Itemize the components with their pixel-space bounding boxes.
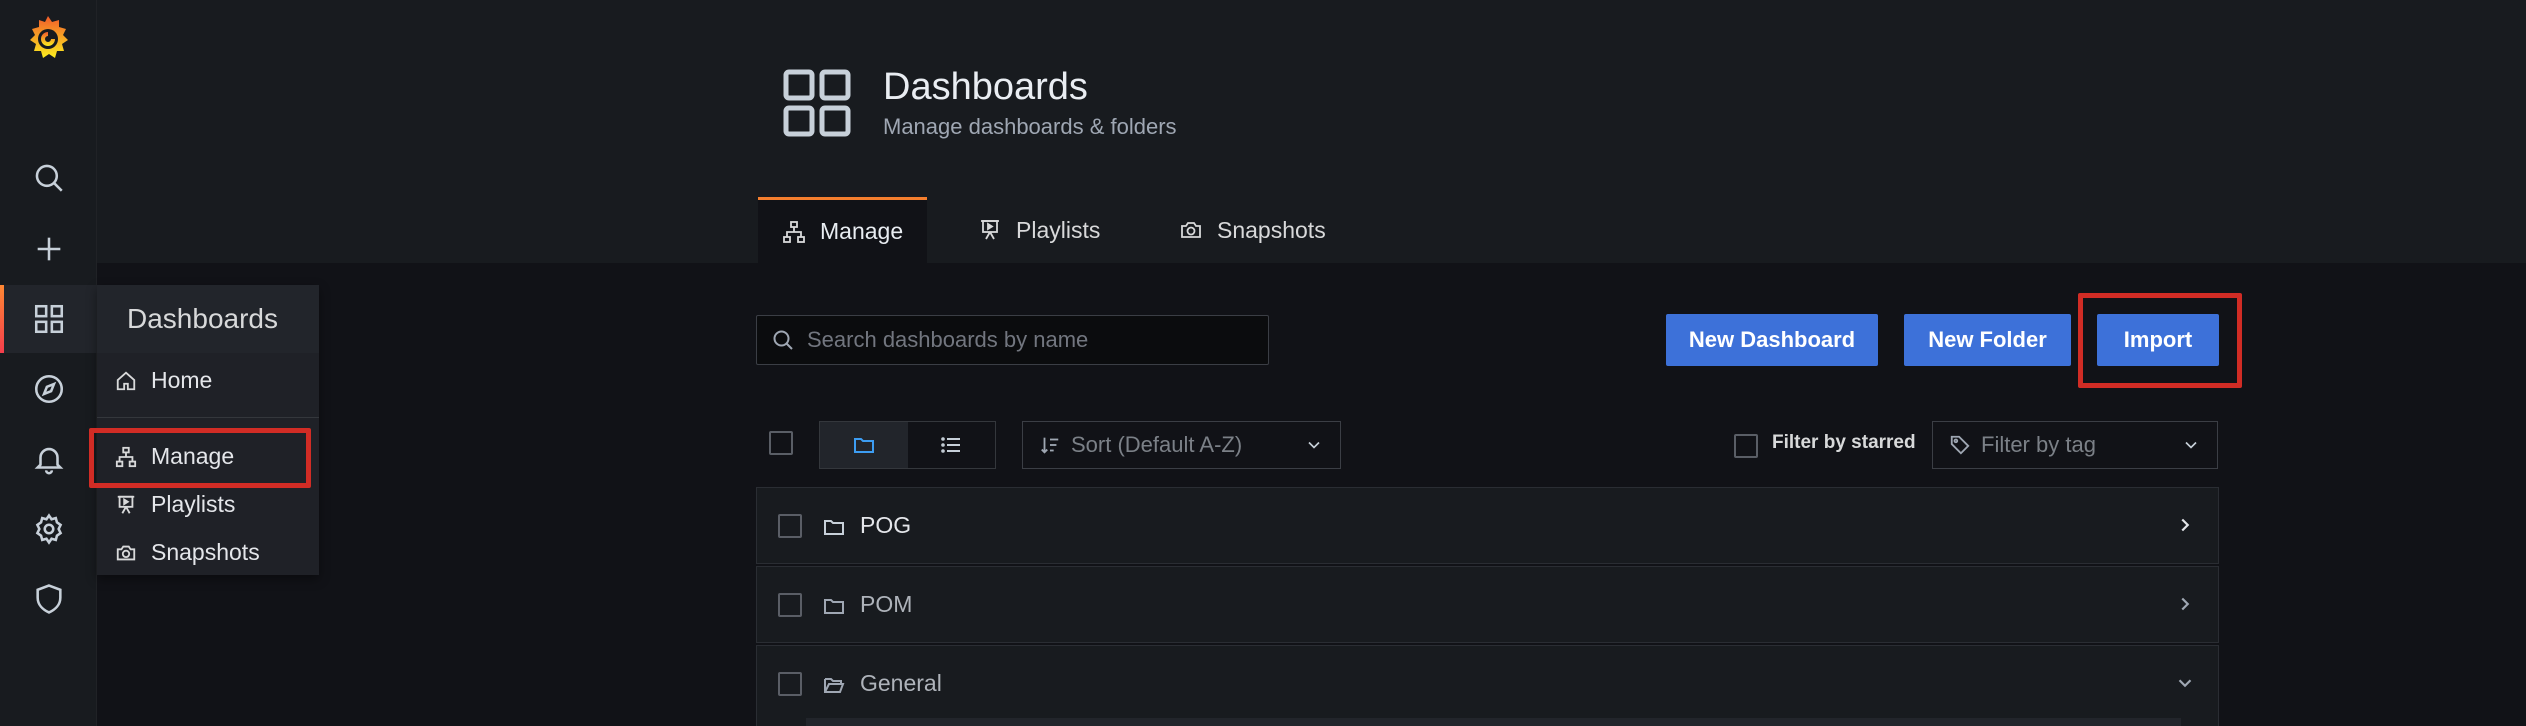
tag-filter-placeholder: Filter by tag (1981, 432, 2096, 457)
tab-manage-label: Manage (820, 218, 904, 244)
sitemap-icon (783, 220, 805, 243)
folder-icon (853, 438, 874, 453)
highlight-manage (89, 428, 311, 488)
page-subtitle: Manage dashboards & folders (883, 114, 1177, 139)
filter-starred-checkbox[interactable] (1734, 434, 1758, 458)
tab-playlists[interactable]: Playlists (954, 197, 1124, 263)
search-icon (773, 330, 793, 350)
flyout-divider (97, 417, 319, 418)
folder-icon (824, 599, 844, 614)
chevron-down-icon[interactable] (2174, 672, 2196, 694)
chevron-down-icon (2185, 441, 2197, 449)
row-checkbox[interactable] (778, 593, 802, 617)
view-toggle (819, 421, 996, 469)
presentation-icon (981, 220, 999, 240)
tab-manage[interactable]: Manage (758, 197, 928, 263)
general-dashboard-row[interactable] (806, 718, 2181, 726)
folder-row-general[interactable]: General (756, 645, 2219, 726)
flyout-title[interactable]: Dashboards (97, 285, 319, 353)
list-icon (941, 437, 961, 453)
highlight-import (2078, 293, 2242, 388)
tab-snapshots[interactable]: Snapshots (1155, 197, 1350, 263)
search-input[interactable] (807, 327, 1247, 353)
flyout-item-playlists[interactable]: Playlists (115, 491, 235, 518)
folder-icon (824, 520, 844, 535)
tab-playlists-label: Playlists (1016, 216, 1101, 243)
tab-snapshots-label: Snapshots (1217, 216, 1326, 243)
folder-view-button[interactable] (820, 422, 908, 468)
filter-starred-label[interactable]: Filter by starred (1772, 432, 1916, 454)
tag-filter-select[interactable]: Filter by tag (1932, 421, 2218, 469)
sort-icon (1041, 437, 1059, 454)
new-folder-button[interactable]: New Folder (1904, 314, 2071, 366)
dashboards-icon[interactable] (0, 285, 97, 353)
chevron-right-icon[interactable] (2174, 593, 2196, 615)
grafana-logo[interactable] (22, 12, 74, 64)
row-checkbox[interactable] (778, 514, 802, 538)
search-box[interactable] (756, 315, 1269, 365)
dashboards-page-icon (783, 69, 851, 137)
flyout-item-label: Playlists (151, 491, 236, 517)
chevron-right-icon[interactable] (2174, 514, 2196, 536)
folder-row-pom[interactable]: POM (756, 566, 2219, 643)
folder-row-pog[interactable]: POG (756, 487, 2219, 564)
alerting-bell-icon[interactable] (0, 425, 97, 493)
flyout-item-snapshots[interactable]: Snapshots (115, 539, 260, 566)
tag-icon (1950, 435, 1970, 455)
chevron-down-icon (1308, 441, 1320, 449)
camera-icon (1181, 222, 1201, 238)
plus-icon[interactable] (0, 215, 97, 283)
row-checkbox[interactable] (778, 672, 802, 696)
page-title: Dashboards (883, 66, 1088, 108)
sort-placeholder: Sort (Default A-Z) (1071, 432, 1243, 457)
home-icon (116, 371, 136, 390)
list-view-button[interactable] (908, 422, 996, 468)
flyout-item-home[interactable]: Home (115, 367, 212, 394)
presentation-icon (117, 495, 135, 514)
flyout-item-label: Snapshots (151, 539, 260, 565)
camera-icon (116, 545, 136, 560)
new-dashboard-button[interactable]: New Dashboard (1666, 314, 1878, 366)
flyout-item-label: Home (151, 367, 213, 393)
explore-icon[interactable] (0, 355, 97, 423)
folder-name[interactable]: POM (860, 591, 912, 618)
search-icon[interactable] (0, 144, 97, 212)
sort-select[interactable]: Sort (Default A-Z) (1022, 421, 1341, 469)
shield-icon[interactable] (0, 565, 97, 633)
select-all-checkbox[interactable] (769, 431, 793, 455)
folder-open-icon (824, 678, 845, 693)
settings-gear-icon[interactable] (0, 495, 97, 563)
folder-name[interactable]: POG (860, 512, 911, 539)
folder-name[interactable]: General (860, 670, 942, 697)
side-menu (0, 0, 97, 726)
